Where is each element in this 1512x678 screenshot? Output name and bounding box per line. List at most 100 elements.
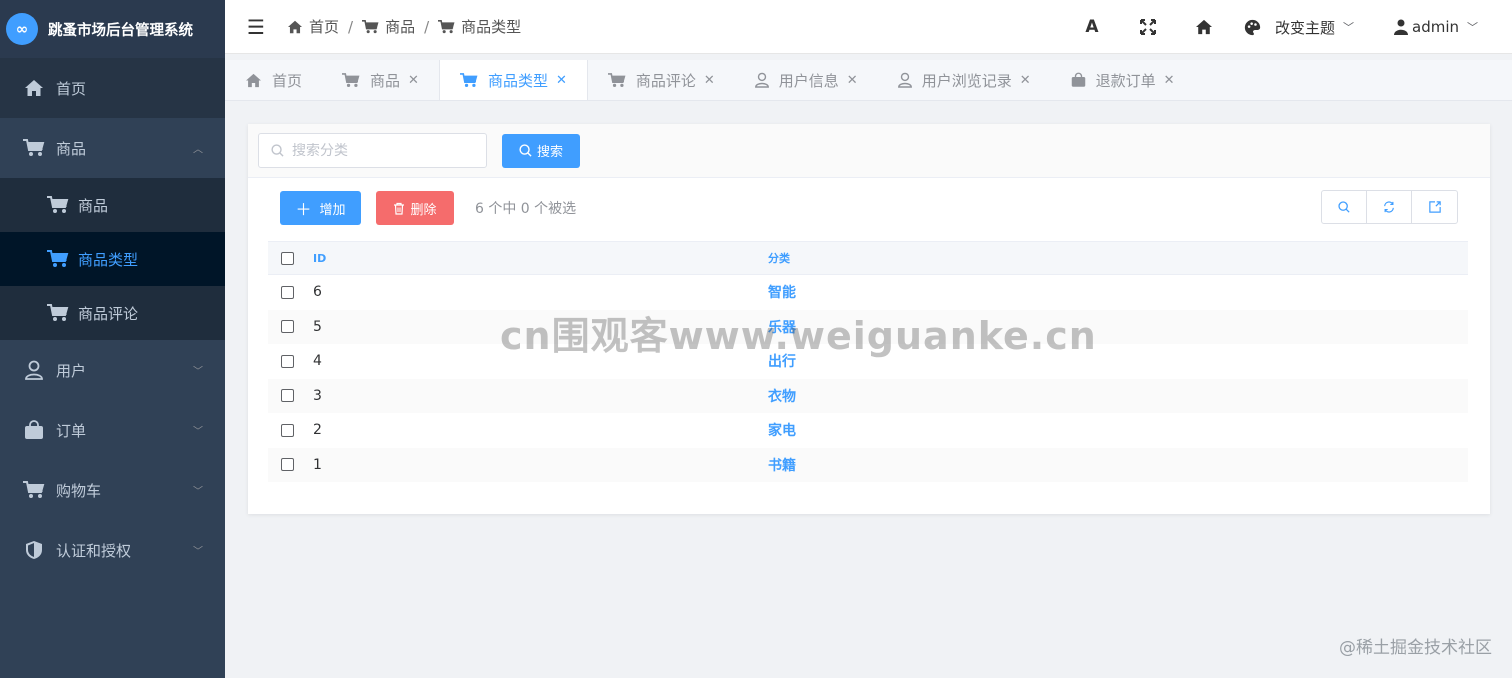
search-toggle-button[interactable] <box>1322 191 1367 223</box>
user-icon <box>897 72 912 88</box>
sidebar-item-auth[interactable]: 认证和授权 ﹀ <box>0 520 225 580</box>
breadcrumb-label: 商品类型 <box>461 18 522 36</box>
close-icon[interactable]: ✕ <box>847 73 858 88</box>
add-button[interactable]: ＋ 增加 <box>280 191 361 225</box>
sidebar: ∞ 跳蚤市场后台管理系统 首页 商品 ︿ 商品 商品类型 商品评论 用户 ﹀ 订… <box>0 0 225 678</box>
cell-id: 3 <box>313 387 322 404</box>
row-checkbox[interactable] <box>280 458 294 472</box>
hamburger-icon[interactable]: ☰ <box>225 15 287 39</box>
sidebar-item-home[interactable]: 首页 <box>0 58 225 118</box>
font-size-icon[interactable]: A <box>1064 17 1120 37</box>
tab-label: 首页 <box>272 71 303 90</box>
row-check-cell <box>268 458 306 472</box>
cart-icon <box>607 72 626 87</box>
shield-icon <box>22 540 46 560</box>
cart-icon <box>46 250 70 268</box>
theme-switcher[interactable]: 改变主题 ﹀ <box>1244 17 1354 38</box>
header-actions: A 改变主题 ﹀ admin ﹀ <box>1064 0 1512 54</box>
sidebar-item-label: 用户 <box>56 361 87 380</box>
row-checkbox[interactable] <box>280 320 294 334</box>
row-checkbox[interactable] <box>280 354 294 368</box>
cart-icon <box>46 304 70 322</box>
sidebar-item-user[interactable]: 用户 ﹀ <box>0 340 225 400</box>
tab-refund-order[interactable]: 退款订单 ✕ <box>1051 60 1195 100</box>
user-menu[interactable]: admin ﹀ <box>1394 18 1478 36</box>
column-header-id[interactable]: ID <box>306 252 766 265</box>
breadcrumb-item[interactable]: 商品 <box>362 16 415 37</box>
bag-icon <box>1071 72 1085 87</box>
selection-count: 6 个中 0 个被选 <box>475 201 577 217</box>
tab-user-history[interactable]: 用户浏览记录 ✕ <box>878 60 1051 100</box>
cell-category-link[interactable]: 智能 <box>766 282 1468 302</box>
tab-label: 商品 <box>370 71 401 90</box>
export-button[interactable] <box>1412 191 1457 223</box>
tab-goods-comment[interactable]: 商品评论 ✕ <box>588 60 735 100</box>
delete-button[interactable]: 删除 <box>376 191 454 225</box>
sidebar-item-goods[interactable]: 商品 ︿ <box>0 118 225 178</box>
breadcrumb-item[interactable]: 首页 <box>287 16 339 37</box>
select-all-checkbox[interactable] <box>280 251 294 265</box>
sidebar-item-label: 商品 <box>56 139 87 158</box>
cell-id: 6 <box>313 284 322 301</box>
close-icon[interactable]: ✕ <box>1164 73 1175 88</box>
button-label: 增加 <box>319 201 346 217</box>
tab-home[interactable]: 首页 <box>225 60 322 100</box>
row-checkbox[interactable] <box>280 389 294 403</box>
refresh-button[interactable] <box>1367 191 1412 223</box>
close-icon[interactable]: ✕ <box>704 73 715 88</box>
search-field[interactable] <box>258 133 487 168</box>
cell-category-link[interactable]: 家电 <box>766 420 1468 440</box>
cart-icon <box>22 139 46 157</box>
cell-category-link[interactable]: 书籍 <box>766 455 1468 475</box>
close-icon[interactable]: ✕ <box>408 73 419 88</box>
row-checkbox[interactable] <box>280 285 294 299</box>
sidebar-item-label: 订单 <box>56 421 87 440</box>
cart-icon <box>438 19 455 33</box>
sidebar-item-goods-comment[interactable]: 商品评论 <box>0 286 225 340</box>
tab-label: 商品评论 <box>635 71 696 90</box>
tab-goods-type[interactable]: 商品类型 ✕ <box>438 60 588 100</box>
tab-goods[interactable]: 商品 ✕ <box>322 60 439 100</box>
button-label: 搜索 <box>536 144 563 159</box>
breadcrumb-label: 首页 <box>309 18 340 36</box>
cell-id: 1 <box>313 456 322 473</box>
sidebar-item-label: 认证和授权 <box>56 541 132 560</box>
chevron-down-icon: ﹀ <box>193 426 203 438</box>
cart-icon <box>459 72 478 87</box>
tab-label: 退款订单 <box>1095 71 1156 90</box>
chevron-down-icon: ﹀ <box>193 366 203 378</box>
row-check-cell <box>268 423 306 437</box>
column-header-category[interactable]: 分类 <box>766 250 1468 266</box>
close-icon[interactable]: ✕ <box>1020 73 1031 88</box>
tab-label: 商品类型 <box>487 71 548 90</box>
home-icon[interactable] <box>1176 19 1232 35</box>
cell-id: 2 <box>313 422 322 439</box>
row-checkbox[interactable] <box>280 423 294 437</box>
sidebar-item-label: 首页 <box>56 79 87 98</box>
search-button[interactable]: 搜索 <box>502 133 580 168</box>
breadcrumb-separator: / <box>348 17 354 36</box>
sidebar-item-goods-type[interactable]: 商品类型 <box>0 232 225 286</box>
fullscreen-icon[interactable] <box>1120 19 1176 35</box>
logo-icon: ∞ <box>6 13 38 45</box>
tab-user-info[interactable]: 用户信息 ✕ <box>735 60 878 100</box>
username: admin <box>1412 18 1459 36</box>
table-row: 1 书籍 <box>268 447 1468 482</box>
user-icon <box>1394 19 1408 35</box>
search-bar: 搜索 <box>248 124 1490 178</box>
export-icon <box>1428 201 1441 213</box>
brand-title: 跳蚤市场后台管理系统 <box>48 22 193 39</box>
sidebar-item-goods-list[interactable]: 商品 <box>0 178 225 232</box>
center-watermark: cn围观客www.weiguanke.cn <box>500 314 1097 358</box>
cell-category-link[interactable]: 衣物 <box>766 386 1468 406</box>
home-icon <box>288 20 302 33</box>
close-icon[interactable]: ✕ <box>556 73 567 88</box>
row-check-cell <box>268 320 306 334</box>
breadcrumb-separator: / <box>424 17 430 36</box>
table-tools <box>1321 190 1458 224</box>
cart-icon <box>46 196 70 214</box>
sidebar-item-cart[interactable]: 购物车 ﹀ <box>0 460 225 520</box>
brand: ∞ 跳蚤市场后台管理系统 <box>0 0 225 58</box>
sidebar-item-order[interactable]: 订单 ﹀ <box>0 400 225 460</box>
search-input[interactable] <box>292 142 472 159</box>
